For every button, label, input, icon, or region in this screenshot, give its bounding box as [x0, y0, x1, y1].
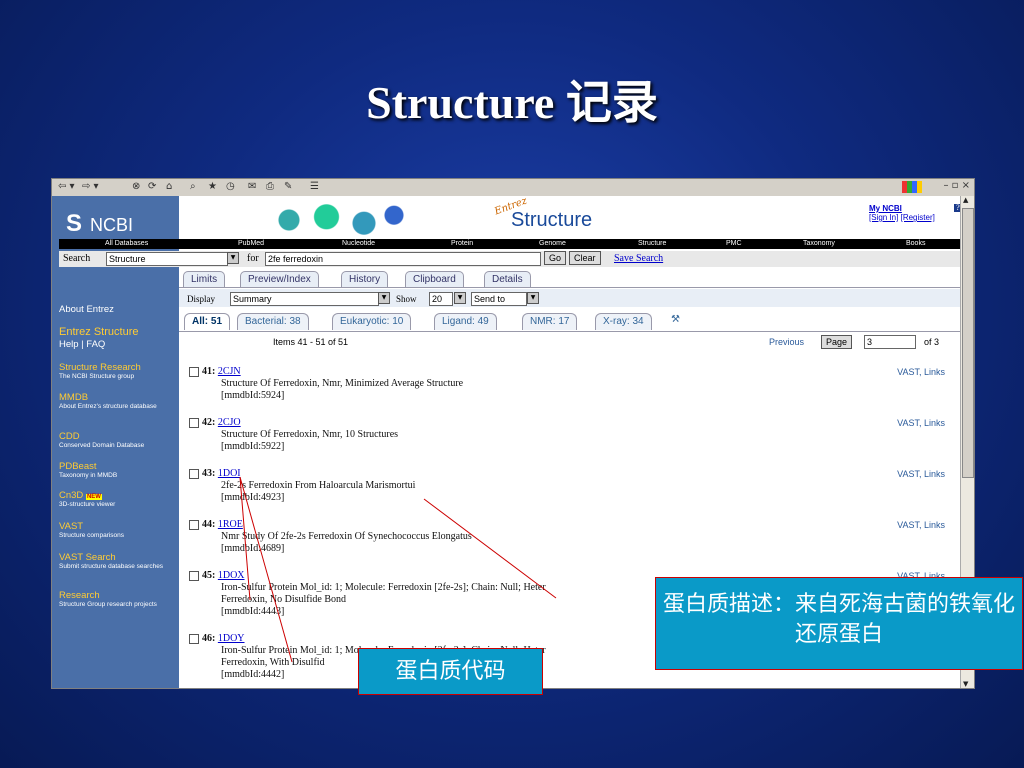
protein-code-callout: 蛋白质代码	[358, 648, 543, 695]
protein-description-callout: 蛋白质描述：来自死海古菌的铁氧化还原蛋白	[655, 577, 1023, 670]
description-pointer-line	[423, 498, 557, 599]
